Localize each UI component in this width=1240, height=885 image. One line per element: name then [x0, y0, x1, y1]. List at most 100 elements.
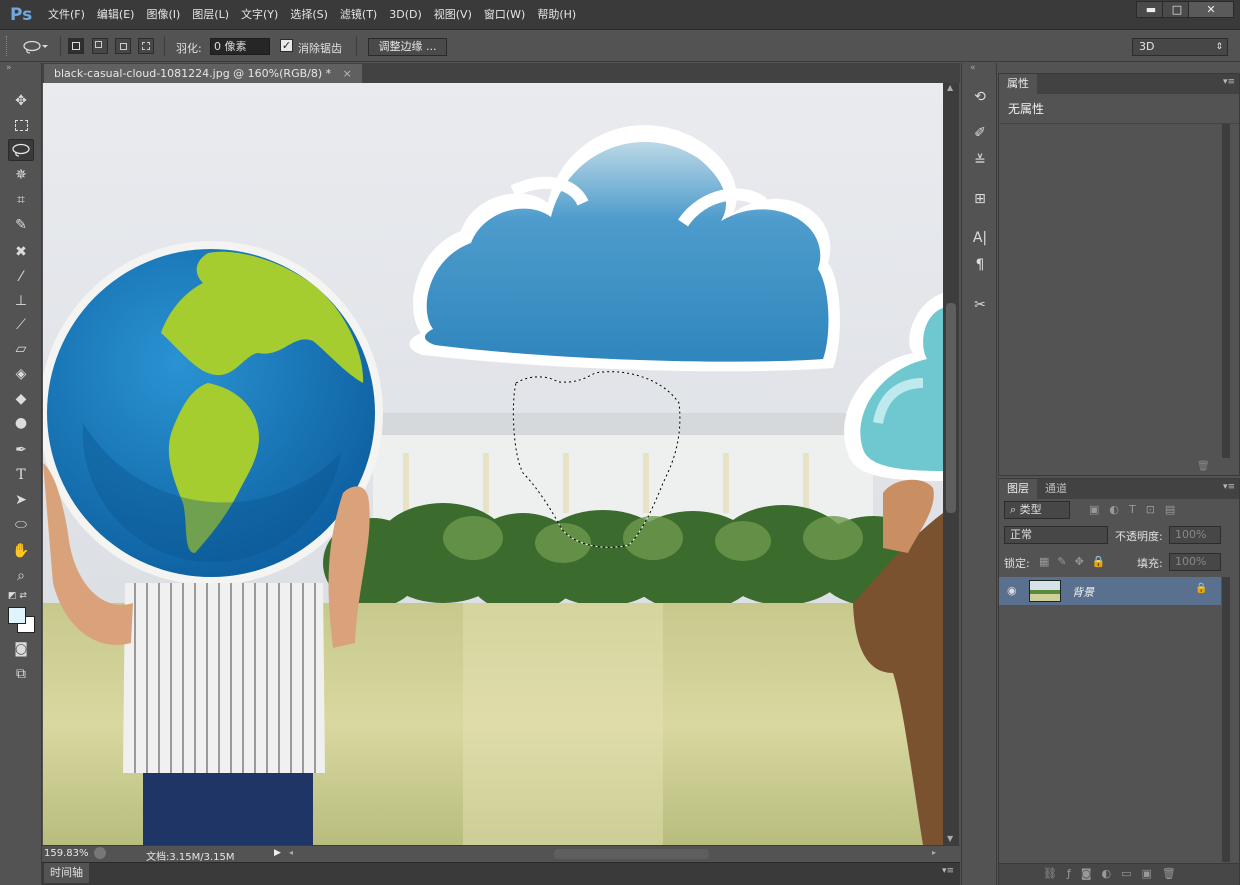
eyedropper-tool-icon[interactable]: ✎	[8, 214, 34, 236]
menu-file[interactable]: 文件(F)	[42, 0, 91, 30]
tab-layers[interactable]: 图层	[999, 479, 1037, 499]
tool-presets-icon[interactable]: ✂	[967, 293, 993, 317]
canvas-image	[43, 83, 943, 845]
lock-icons[interactable]: ▦✎✥🔒	[1039, 555, 1114, 568]
clone-stamp-tool-icon[interactable]: ⊥	[8, 290, 34, 312]
opacity-label: 不透明度:	[1115, 530, 1163, 543]
new-selection-icon[interactable]	[68, 38, 84, 54]
paint-bucket-tool-icon[interactable]: ◈	[8, 363, 34, 385]
expand-dock-icon[interactable]: «	[970, 63, 976, 73]
status-menu-arrow-icon[interactable]: ▶	[274, 848, 281, 858]
scroll-down-icon[interactable]: ▼	[947, 834, 953, 843]
brush-tool-icon[interactable]: ⁄	[8, 266, 34, 288]
blend-mode-select[interactable]: 正常	[1004, 526, 1108, 544]
zoom-level[interactable]: 159.83%	[44, 848, 89, 859]
menu-select[interactable]: 选择(S)	[284, 0, 334, 30]
close-button[interactable]: ✕	[1188, 1, 1234, 18]
blur-tool-icon[interactable]: ◆	[8, 388, 34, 410]
foreground-color-swatch[interactable]	[8, 607, 26, 624]
subtract-selection-icon[interactable]	[115, 38, 131, 54]
scroll-right-icon[interactable]: ▸	[932, 848, 936, 857]
properties-menu-icon[interactable]: ▾≡	[1223, 77, 1235, 87]
timeline-label[interactable]: 时间轴	[44, 863, 89, 883]
layers-menu-icon[interactable]: ▾≡	[1223, 482, 1235, 492]
clone-source-icon[interactable]: ⊞	[967, 187, 993, 211]
dodge-tool-icon[interactable]: ●	[8, 412, 34, 434]
photoshop-window: Ps 文件(F) 编辑(E) 图像(I) 图层(L) 文字(Y) 选择(S) 滤…	[0, 0, 1240, 885]
character-panel-icon[interactable]: A|	[967, 226, 993, 250]
layer-name[interactable]: 背景	[1072, 584, 1094, 600]
move-tool-icon[interactable]: ✥	[8, 90, 34, 112]
tab-properties[interactable]: 属性	[999, 74, 1037, 94]
feather-input[interactable]: 0 像素	[210, 38, 270, 55]
menu-image[interactable]: 图像(I)	[140, 0, 186, 30]
eraser-tool-icon[interactable]: ▱	[8, 338, 34, 360]
panel-menu-icon[interactable]: ▾≡	[942, 866, 954, 876]
workspace-select[interactable]: 3D ⇕	[1132, 38, 1228, 56]
add-selection-icon[interactable]	[92, 38, 108, 54]
brush-preset-icon[interactable]: ✐	[967, 121, 993, 145]
zoom-tool-icon[interactable]: ⌕	[8, 565, 34, 587]
intersect-selection-icon[interactable]	[138, 38, 154, 54]
menu-3d[interactable]: 3D(D)	[383, 0, 428, 30]
layer-actions-icons[interactable]: ⛓ƒ◙◐▭▣🗑	[1043, 867, 1186, 880]
crop-tool-icon[interactable]: ⌗	[8, 189, 34, 211]
antialias-checkbox[interactable]: ✓	[280, 39, 293, 52]
ellipse-tool-icon[interactable]: ⬭	[8, 514, 34, 536]
hand-tool-icon[interactable]: ✋	[8, 540, 34, 562]
options-bar: 羽化: 0 像素 ✓ 消除锯齿 调整边缘 ... 3D ⇕	[0, 31, 1240, 62]
close-tab-icon[interactable]: ×	[343, 67, 352, 80]
lock-icon: 🔒	[1195, 583, 1208, 594]
layers-scrollbar[interactable]	[1222, 577, 1230, 862]
history-brush-tool-icon[interactable]: ⟋	[8, 314, 34, 336]
document-canvas[interactable]	[43, 83, 943, 845]
document-tab[interactable]: black-casual-cloud-1081224.jpg @ 160%(RG…	[44, 64, 362, 83]
menu-window[interactable]: 窗口(W)	[478, 0, 531, 30]
blend-mode-value: 正常	[1010, 528, 1032, 541]
layer-row[interactable]: ◉ 背景 🔒	[999, 577, 1221, 605]
opacity-input[interactable]: 100%	[1169, 526, 1221, 544]
fill-input[interactable]: 100%	[1169, 553, 1221, 571]
paragraph-panel-icon[interactable]: ¶	[967, 253, 993, 277]
layer-filter-icons[interactable]: ▣◐T⊡▤	[1089, 503, 1185, 516]
properties-empty-text: 无属性	[1008, 102, 1045, 116]
healing-brush-tool-icon[interactable]: ✖	[8, 241, 34, 263]
swap-colors-icon[interactable]: ◩ ⇄	[8, 591, 27, 601]
magic-wand-tool-icon[interactable]: ✵	[8, 164, 34, 186]
lasso-tool-icon[interactable]	[8, 139, 34, 161]
menu-edit[interactable]: 编辑(E)	[91, 0, 141, 30]
quick-mask-icon[interactable]: ◙	[8, 638, 34, 660]
menu-view[interactable]: 视图(V)	[428, 0, 478, 30]
tab-channels[interactable]: 通道	[1037, 479, 1075, 499]
horizontal-scroll-thumb[interactable]	[554, 849, 709, 859]
pen-tool-icon[interactable]: ✒	[8, 439, 34, 461]
layers-tabs: 图层 通道	[999, 479, 1239, 499]
menu-type[interactable]: 文字(Y)	[235, 0, 284, 30]
properties-scrollbar[interactable]	[1222, 124, 1230, 458]
filter-kind: 类型	[1019, 503, 1042, 516]
adjustments-icon[interactable]: ≚	[967, 149, 993, 173]
vertical-scroll-thumb[interactable]	[946, 303, 956, 513]
type-tool-icon[interactable]: T	[8, 464, 34, 486]
timeline-panel-tab[interactable]: 时间轴 ▾≡	[42, 862, 960, 885]
lasso-preset-icon[interactable]	[22, 40, 48, 54]
menu-help[interactable]: 帮助(H)	[531, 0, 582, 30]
scroll-left-icon[interactable]: ◂	[289, 848, 293, 857]
history-panel-icon[interactable]: ⟲	[967, 85, 993, 109]
collapse-icon[interactable]: »	[6, 63, 12, 73]
screen-mode-icon[interactable]: ⧉	[8, 663, 34, 685]
vertical-scrollbar[interactable]: ▲ ▼	[943, 83, 959, 845]
menu-filter[interactable]: 滤镜(T)	[334, 0, 383, 30]
grip-handle[interactable]	[6, 36, 10, 56]
path-selection-tool-icon[interactable]: ➤	[8, 489, 34, 511]
marquee-tool-icon[interactable]	[8, 115, 34, 137]
menu-layer[interactable]: 图层(L)	[186, 0, 235, 30]
trash-icon[interactable]: 🗑	[1197, 461, 1210, 472]
layer-filter-select[interactable]: ⌕ 类型	[1004, 501, 1070, 519]
refine-edge-button[interactable]: 调整边缘 ...	[368, 38, 447, 56]
scroll-up-icon[interactable]: ▲	[947, 83, 953, 92]
panel-icon-dock: « ⟲ ✐ ≚ ⊞ A| ¶ ✂	[961, 63, 997, 885]
status-info-icon[interactable]	[94, 847, 106, 859]
eye-icon[interactable]: ◉	[1007, 584, 1017, 597]
menu-bar: Ps 文件(F) 编辑(E) 图像(I) 图层(L) 文字(Y) 选择(S) 滤…	[0, 0, 1240, 30]
